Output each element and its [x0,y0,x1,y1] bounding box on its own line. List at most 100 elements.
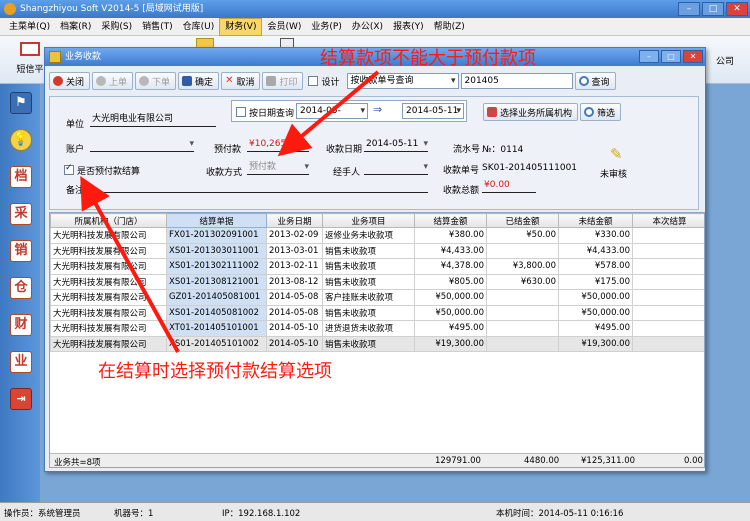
design-checkbox[interactable] [308,76,319,86]
column-header-3[interactable]: 业务项目 [322,213,415,228]
date-from-picker[interactable]: 2014-05- [296,103,368,119]
print-button[interactable]: 打印 [262,72,304,90]
column-header-6[interactable]: 未结金额 [558,213,633,228]
archive-icon[interactable]: 档 [10,166,32,188]
table-cell: ¥50,000.00 [414,289,487,306]
sales-icon[interactable]: 销 [10,240,32,262]
menu-item-7[interactable]: 业务(P) [306,19,346,35]
query-input[interactable]: 201405 [460,73,573,89]
table-cell: 大光明科技发展有限公司 [50,320,167,337]
pay-method-select[interactable]: 预付款 [247,161,309,175]
table-cell: 2013-02-11 [266,258,323,275]
cancel-button[interactable]: ✕ 取消 [221,72,261,90]
table-row[interactable]: 大光明科技发展有限公司 XS01-201308121001 2013-08-12 销售… [50,273,704,290]
table-row[interactable]: 大光明科技发展有限公司 XS01-201405081002 2014-05-08 销售… [50,304,704,321]
table-cell: 大光明科技发展有限公司 [50,242,167,259]
filter-button[interactable]: 筛选 [580,103,622,121]
menu-item-5[interactable]: 财务(V) [219,17,263,36]
table-cell[interactable] [632,258,704,275]
use-prepaid-checkbox[interactable] [64,163,74,175]
menu-item-6[interactable]: 会员(W) [262,19,306,35]
empty-row [51,383,705,399]
table-cell[interactable] [632,304,704,321]
business-icon[interactable]: 业 [10,351,32,373]
confirm-button[interactable]: 确定 [178,72,220,90]
column-header-1[interactable]: 结算单据 [166,213,267,228]
table-cell[interactable] [632,289,704,306]
close-button[interactable]: 关闭 [49,72,91,90]
date-to-picker[interactable]: 2014-05-11 [402,103,464,119]
query-mode-select[interactable]: 按收款单号查询 [346,73,459,89]
flag-icon[interactable]: ⚑ [10,92,32,114]
table-cell: ¥805.00 [414,273,487,290]
table-cell[interactable] [632,273,704,290]
table-row[interactable]: 大光明科技发展有限公司 GZ01-201405081001 2014-05-08 客户… [50,289,704,306]
empty-cell [267,414,323,430]
menu-item-0[interactable]: 主菜单(Q) [4,19,55,35]
exit-icon[interactable]: ⇥ [10,388,32,410]
table-cell: ¥50.00 [486,227,559,244]
menu-item-1[interactable]: 档案(R) [55,19,96,35]
menu-item-9[interactable]: 报表(Y) [388,19,429,35]
menu-item-2[interactable]: 采购(S) [96,19,137,35]
table-cell: ¥50,000.00 [558,289,633,306]
lightbulb-icon[interactable]: 💡 [10,129,32,151]
table-cell: ¥630.00 [486,273,559,290]
warehouse-icon[interactable]: 仓 [10,277,32,299]
date-query-toggle[interactable]: 按日期查询 [236,106,294,119]
table-row[interactable]: 大光明科技发展有限公司 XT01-201405101001 2014-05-10 进货… [50,320,704,337]
pay-date-picker[interactable]: 2014-05-11 [364,138,428,152]
dialog-close-button[interactable]: ✕ [683,50,703,63]
menu-item-10[interactable]: 帮助(Z) [429,19,470,35]
empty-cell [487,414,559,430]
menu-item-8[interactable]: 办公(X) [347,19,388,35]
table-cell: GZ01-201405081001 [166,289,267,306]
table-cell: XT01-201405101001 [166,320,267,337]
empty-cell [487,352,559,368]
sum-paid: 4480.00 [524,456,560,466]
next-record-button[interactable]: 下单 [135,72,177,90]
finance-icon[interactable]: 财 [10,314,32,336]
empty-cell [167,383,267,399]
serial-number: №：0114 [482,145,524,155]
close-app-button[interactable]: ✕ [726,2,748,16]
table-cell[interactable] [632,242,704,259]
grid-totals-row: 业务共=8项 129791.00 4480.00 ¥125,311.00 0.0… [50,453,704,467]
dialog-maximize-button[interactable]: □ [661,50,681,63]
empty-cell [415,367,487,383]
total-label: 收款总额 [443,186,480,196]
table-cell[interactable] [632,320,704,337]
printer-icon [266,76,277,86]
use-prepaid-toggle[interactable]: 是否预付款结算 [64,163,140,177]
empty-cell [559,398,633,414]
table-row[interactable]: 大光明科技发展有限公司 XS01-201302111002 2013-02-11 销售… [50,258,704,275]
column-header-2[interactable]: 业务日期 [266,213,323,228]
column-header-4[interactable]: 结算金额 [414,213,487,228]
dialog-minimize-button[interactable]: – [639,50,659,63]
account-select[interactable] [90,138,194,152]
table-cell[interactable] [632,227,704,244]
table-row[interactable]: 大光明科技发展有限公司 XS01-201405101002 2014-05-10 销售… [50,335,704,352]
prev-record-button[interactable]: 上单 [92,72,134,90]
date-range-arrow-icon: ⇒ [373,103,383,116]
handler-select[interactable] [364,161,428,175]
column-header-5[interactable]: 已结金额 [486,213,559,228]
query-button[interactable]: 查询 [574,72,616,90]
design-toggle[interactable]: 设计 [305,72,344,90]
purchase-icon[interactable]: 采 [10,203,32,225]
table-row[interactable]: 大光明科技发展有限公司 FX01-201302091001 2013-02-09 返修… [50,227,704,244]
menu-item-3[interactable]: 销售(T) [137,19,178,35]
table-cell[interactable] [632,335,704,352]
column-header-0[interactable]: 所属机构（门店） [50,213,167,228]
date-query-checkbox[interactable] [236,107,246,117]
note-field[interactable] [90,179,428,193]
minimize-button[interactable]: – [678,2,700,16]
column-header-7[interactable]: 本次结算 [632,213,704,228]
maximize-button[interactable]: □ [702,2,724,16]
empty-cell [323,352,415,368]
select-org-button[interactable]: 选择业务所属机构 [483,103,579,121]
menu-item-4[interactable]: 仓库(U) [178,19,220,35]
app-title-bar: Shangzhiyou Soft V2014-5 [局域网试用版] – □ ✕ [0,0,750,18]
table-row[interactable]: 大光明科技发展有限公司 XS01-201303011001 2013-03-01 销售… [50,242,704,259]
unit-field[interactable]: 大光明电业有限公司 [90,113,216,127]
